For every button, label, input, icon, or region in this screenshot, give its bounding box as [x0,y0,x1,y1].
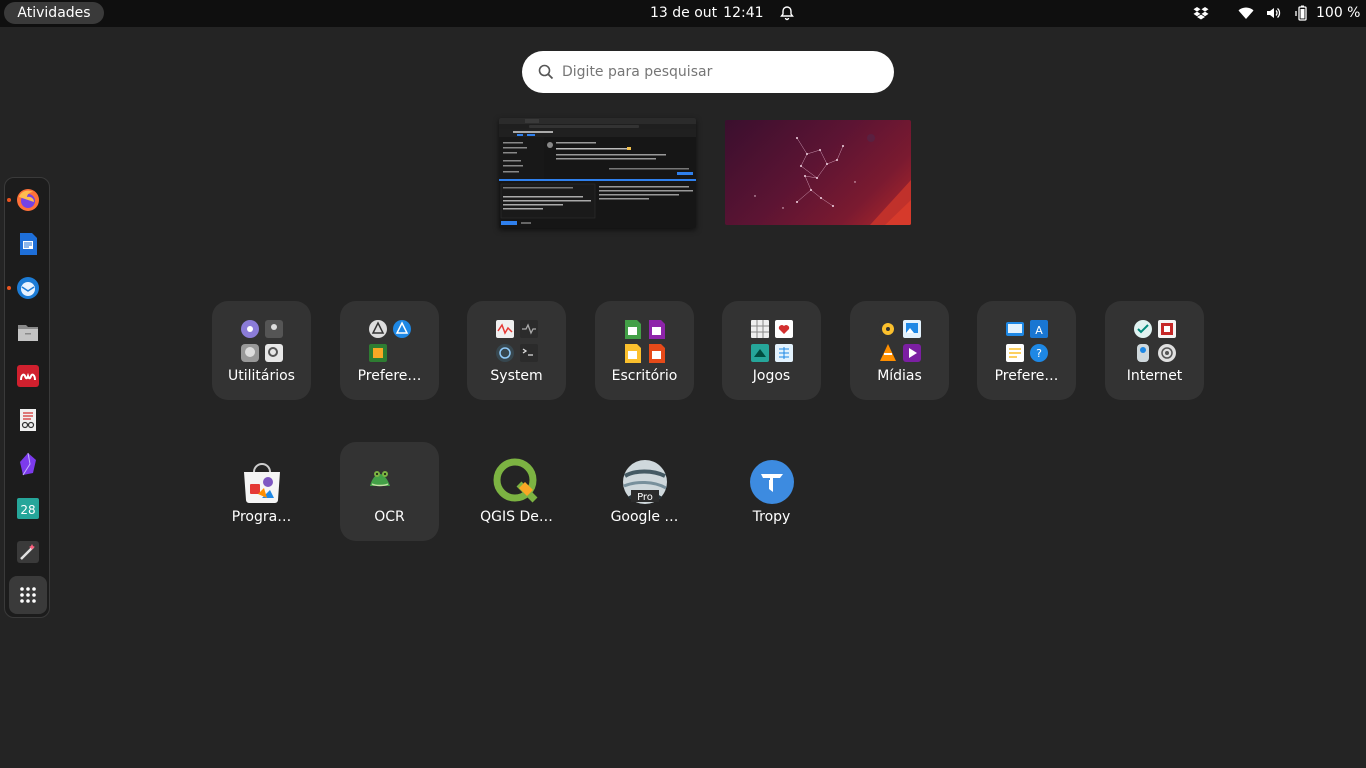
ocr-frog-icon [370,471,390,487]
app-programas[interactable]: Progra… [212,442,311,541]
folder-preview-icons [625,320,665,363]
dock-magic-wand[interactable] [9,533,47,571]
dock-document-viewer[interactable] [9,401,47,439]
folder-preferencias-2[interactable]: A ? Prefere… [977,301,1076,400]
app-label: Progra… [231,509,292,525]
magic-wand-icon [17,541,39,563]
folder-label: Utilitários [228,368,295,384]
dock-mendeley[interactable] [9,357,47,395]
clock[interactable]: 13 de out 12:41 [650,0,770,27]
libreoffice-writer-icon [20,233,37,255]
folder-label: Jogos [752,368,791,384]
folder-label: Prefere… [994,368,1059,384]
calendar-day: 28 [20,503,35,517]
workspace-1-preview [499,118,696,225]
wifi-icon[interactable] [1238,5,1254,21]
workspace-thumbnail-2[interactable] [725,120,911,225]
app-label: Tropy [752,509,791,525]
svg-text:A: A [1035,324,1043,337]
thunderbird-icon [17,277,39,299]
wallpaper-preview [754,134,911,225]
folder-system[interactable]: System [467,301,566,400]
folder-label: Prefere… [357,368,422,384]
running-indicator [7,198,11,202]
qgis-icon [493,458,538,503]
dropbox-icon[interactable] [1193,5,1209,21]
svg-text:?: ? [1036,347,1042,360]
folder-label: System [490,368,543,384]
battery-icon[interactable] [1294,5,1310,21]
folder-preview-icons [751,320,793,362]
time-label: 12:41 [723,5,764,21]
app-label: QGIS De… [480,509,553,525]
folder-label: Mídias [877,368,922,384]
dock-calendar[interactable]: 28 [9,489,47,527]
app-qgis[interactable]: QGIS De… [467,442,566,541]
folder-preview-icons [879,320,921,362]
folder-jogos[interactable]: Jogos [722,301,821,400]
folder-preview-icons [496,320,538,362]
show-apps-icon [20,587,36,603]
dock-thunderbird[interactable] [7,269,47,307]
folder-preview-icons: A ? [1006,320,1048,362]
folder-preferencias-1[interactable]: Prefere… [340,301,439,400]
obsidian-icon [20,452,36,476]
google-earth-pro-icon: Pro [623,460,667,504]
search-input[interactable] [562,51,882,93]
dock-libreoffice-writer[interactable] [9,225,47,263]
search-box[interactable] [522,51,894,93]
software-center-icon [244,463,280,503]
calendar-icon: 28 [17,498,39,519]
folder-label: Escritório [611,368,678,384]
folder-label: Internet [1126,368,1183,384]
tropy-icon [750,460,794,504]
folder-preview-icons [1134,320,1176,362]
date-label: 13 de out [650,5,718,21]
folder-preview-icons [241,320,283,362]
search-icon [538,64,554,80]
activities-button[interactable]: Atividades [4,2,104,24]
dock-firefox[interactable] [7,181,47,219]
dock-files[interactable] [9,313,47,351]
running-indicator [7,286,11,290]
battery-percentage[interactable]: 100 % [1316,0,1360,27]
folder-preview-icons [369,320,411,362]
firefox-icon [17,189,39,211]
folder-escritorio[interactable]: Escritório [595,301,694,400]
folder-internet[interactable]: Internet [1105,301,1204,400]
folder-midias[interactable]: Mídias [850,301,949,400]
folder-utilitarios[interactable]: Utilitários [212,301,311,400]
app-label: OCR [374,509,405,525]
app-label: Google … [610,509,679,525]
app-google-earth-pro[interactable]: Pro Google … [595,442,694,541]
app-tropy[interactable]: Tropy [722,442,821,541]
dock-obsidian[interactable] [9,445,47,483]
mendeley-icon [17,365,39,387]
show-apps-button[interactable] [9,576,47,614]
workspace-thumbnail-1[interactable] [499,118,696,228]
dock: 28 [4,177,50,618]
volume-icon[interactable] [1265,5,1281,21]
top-bar: Atividades 13 de out 12:41 100 % [0,0,1366,27]
document-viewer-icon [20,409,36,431]
pro-badge: Pro [637,492,653,503]
app-ocr[interactable]: OCR [340,442,439,541]
notification-bell-icon[interactable] [779,5,795,21]
files-icon [18,325,38,341]
